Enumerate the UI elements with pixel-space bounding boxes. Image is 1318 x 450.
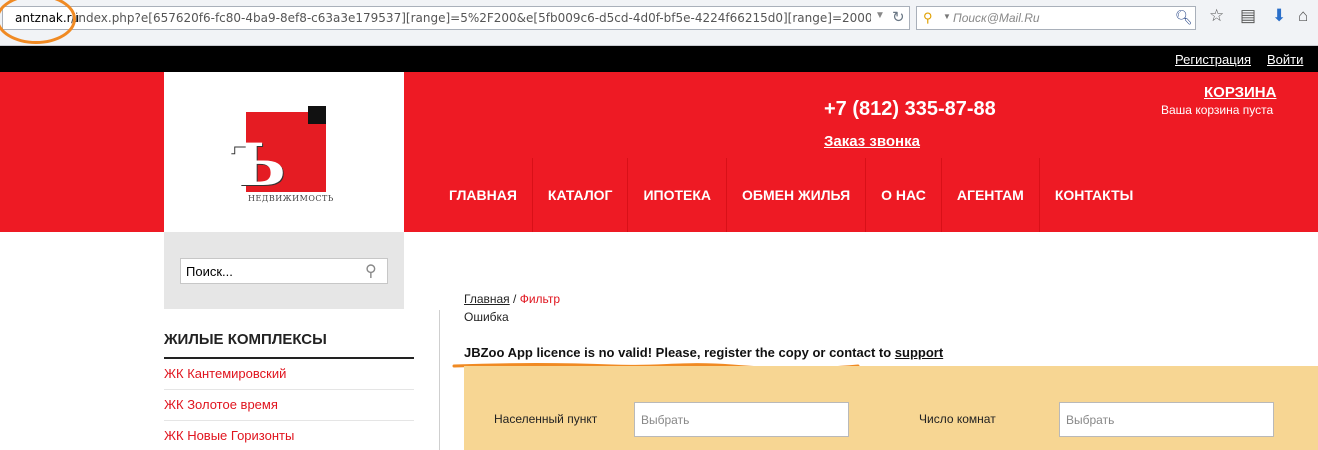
search-icon[interactable]: 🔍︎: [1175, 9, 1193, 26]
rooms-label: Число комнат: [919, 412, 996, 426]
browser-search-placeholder: Поиск@Mail.Ru: [953, 11, 1040, 25]
rooms-select[interactable]: Выбрать: [1059, 402, 1274, 437]
nav-item-about[interactable]: О НАС: [866, 158, 942, 232]
nav-item-catalog[interactable]: КАТАЛОГ: [533, 158, 629, 232]
nav-item-contacts[interactable]: КОНТАКТЫ: [1040, 158, 1148, 232]
sidebar-heading-underline: [164, 357, 414, 359]
site-topbar: Регистрация Войти: [0, 46, 1318, 72]
register-link[interactable]: Регистрация: [1175, 52, 1251, 67]
sidebar-divider: [164, 389, 414, 390]
sidebar-divider: [164, 420, 414, 421]
locality-label: Населенный пункт: [494, 412, 598, 426]
content-divider: [439, 310, 440, 450]
home-icon[interactable]: ⌂: [1298, 6, 1308, 26]
bookmarks-list-icon[interactable]: ▤: [1240, 6, 1256, 26]
search-icon[interactable]: ⚲: [365, 261, 377, 281]
sidebar-search-input[interactable]: Поиск... ⚲: [180, 258, 388, 284]
bookmark-star-icon[interactable]: ☆: [1209, 6, 1224, 26]
nav-item-home[interactable]: ГЛАВНАЯ: [434, 158, 533, 232]
sidebar-search-area: Поиск... ⚲: [164, 232, 404, 309]
breadcrumb-home-link[interactable]: Главная: [464, 292, 510, 306]
error-label: Ошибка: [464, 310, 509, 324]
sidebar-item-zolotoe-vremya[interactable]: ЖК Золотое время: [164, 397, 278, 412]
url-path: /index.php?e[657620f6-fc80-4ba9-8ef8-c63…: [71, 11, 871, 25]
sidebar-search-value: Поиск...: [186, 264, 233, 279]
address-bar[interactable]: antznak.ru /index.php?e[657620f6-fc80-4b…: [2, 6, 910, 30]
logo-letter: Ъ: [230, 131, 286, 199]
support-link[interactable]: support: [895, 345, 943, 360]
nav-item-agents[interactable]: АГЕНТАМ: [942, 158, 1040, 232]
locality-select-placeholder: Выбрать: [641, 413, 690, 427]
search-engine-icon[interactable]: ⚲: [923, 10, 933, 26]
phone-number: +7 (812) 335-87-88: [824, 98, 996, 120]
filter-panel: Населенный пункт Выбрать Число комнат Вы…: [464, 366, 1318, 450]
logo-caption: НЕДВИЖИМОСТЬ: [248, 194, 334, 203]
callback-link[interactable]: Заказ звонка: [824, 133, 920, 150]
search-engine-dropdown-icon[interactable]: ▼: [943, 12, 951, 21]
browser-toolbar: antznak.ru /index.php?e[657620f6-fc80-4b…: [0, 0, 1318, 46]
breadcrumb-separator: /: [509, 292, 520, 306]
nav-item-mortgage[interactable]: ИПОТЕКА: [628, 158, 728, 232]
sidebar-item-novye-gorizonty[interactable]: ЖК Новые Горизонты: [164, 428, 294, 443]
browser-search-box[interactable]: ⚲ ▼ Поиск@Mail.Ru 🔍︎: [916, 6, 1196, 30]
sidebar-item-kantemirovsky[interactable]: ЖК Кантемировский: [164, 366, 286, 381]
site-logo[interactable]: Ъ НЕДВИЖИМОСТЬ: [164, 72, 404, 232]
locality-select[interactable]: Выбрать: [634, 402, 849, 437]
login-link[interactable]: Войти: [1267, 52, 1303, 67]
breadcrumb: Главная / Фильтр: [464, 292, 560, 306]
rooms-select-placeholder: Выбрать: [1066, 413, 1115, 427]
download-icon[interactable]: ⬇: [1272, 6, 1286, 26]
reload-icon[interactable]: ↻: [892, 8, 905, 26]
url-dropdown-icon[interactable]: ▼: [875, 10, 885, 21]
nav-item-exchange[interactable]: ОБМЕН ЖИЛЬЯ: [727, 158, 867, 232]
breadcrumb-current: Фильтр: [519, 292, 561, 306]
main-nav: ГЛАВНАЯ КАТАЛОГ ИПОТЕКА ОБМЕН ЖИЛЬЯ О НА…: [434, 158, 1148, 232]
cart-status: Ваша корзина пуста: [1161, 103, 1274, 117]
annotation-circle: [0, 0, 76, 44]
logo-black-square: [308, 106, 326, 124]
sidebar-heading: ЖИЛЫЕ КОМПЛЕКСЫ: [164, 331, 327, 348]
cart-link[interactable]: КОРЗИНА: [1204, 84, 1276, 101]
